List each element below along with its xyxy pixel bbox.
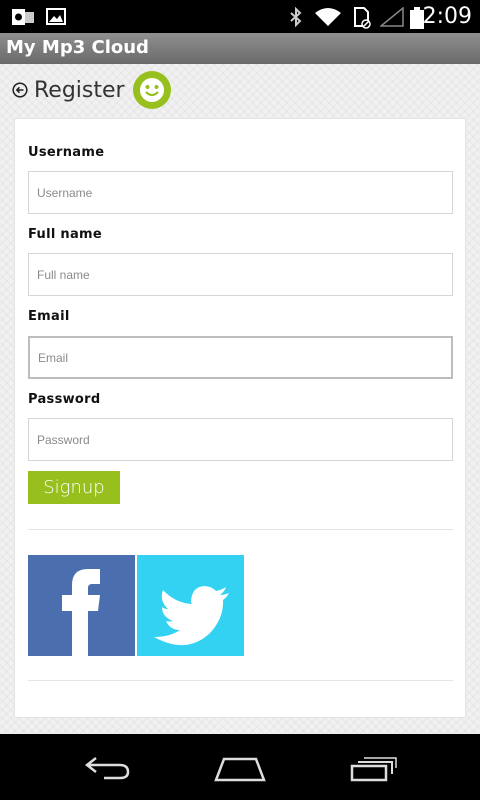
divider <box>28 680 453 681</box>
status-time: 2:09 <box>422 4 472 29</box>
status-bar: 2:09 <box>0 0 480 33</box>
fullname-label: Full name <box>28 227 103 242</box>
nav-home-icon[interactable] <box>214 756 266 782</box>
main-content: Register Username Full name Email Passwo… <box>0 64 480 734</box>
bluetooth-icon <box>290 7 302 27</box>
signal-icon <box>380 7 404 27</box>
username-field[interactable] <box>28 171 453 214</box>
facebook-icon <box>62 569 100 656</box>
image-icon <box>46 8 66 25</box>
back-icon[interactable] <box>12 82 28 98</box>
page-title: Register <box>34 77 125 103</box>
divider <box>28 529 453 530</box>
nav-back-icon[interactable] <box>84 756 130 782</box>
app-title: My Mp3 Cloud <box>6 37 149 58</box>
twitter-button[interactable] <box>137 555 244 656</box>
wifi-icon <box>315 8 341 26</box>
nav-recents-icon[interactable] <box>350 756 398 782</box>
navigation-bar <box>0 734 480 800</box>
register-form: Username Full name Email Password Signup <box>14 118 466 718</box>
password-label: Password <box>28 392 101 407</box>
email-label: Email <box>28 309 70 324</box>
smiley-icon <box>132 71 171 109</box>
twitter-icon <box>154 586 229 646</box>
sim-icon <box>354 7 371 29</box>
outlook-icon <box>12 9 34 25</box>
signup-button[interactable]: Signup <box>28 471 120 504</box>
facebook-button[interactable] <box>28 555 135 656</box>
username-label: Username <box>28 145 105 160</box>
email-field[interactable] <box>28 336 453 379</box>
fullname-field[interactable] <box>28 253 453 296</box>
page-header: Register <box>12 70 171 110</box>
password-field[interactable] <box>28 418 453 461</box>
app-bar: My Mp3 Cloud <box>0 33 480 64</box>
